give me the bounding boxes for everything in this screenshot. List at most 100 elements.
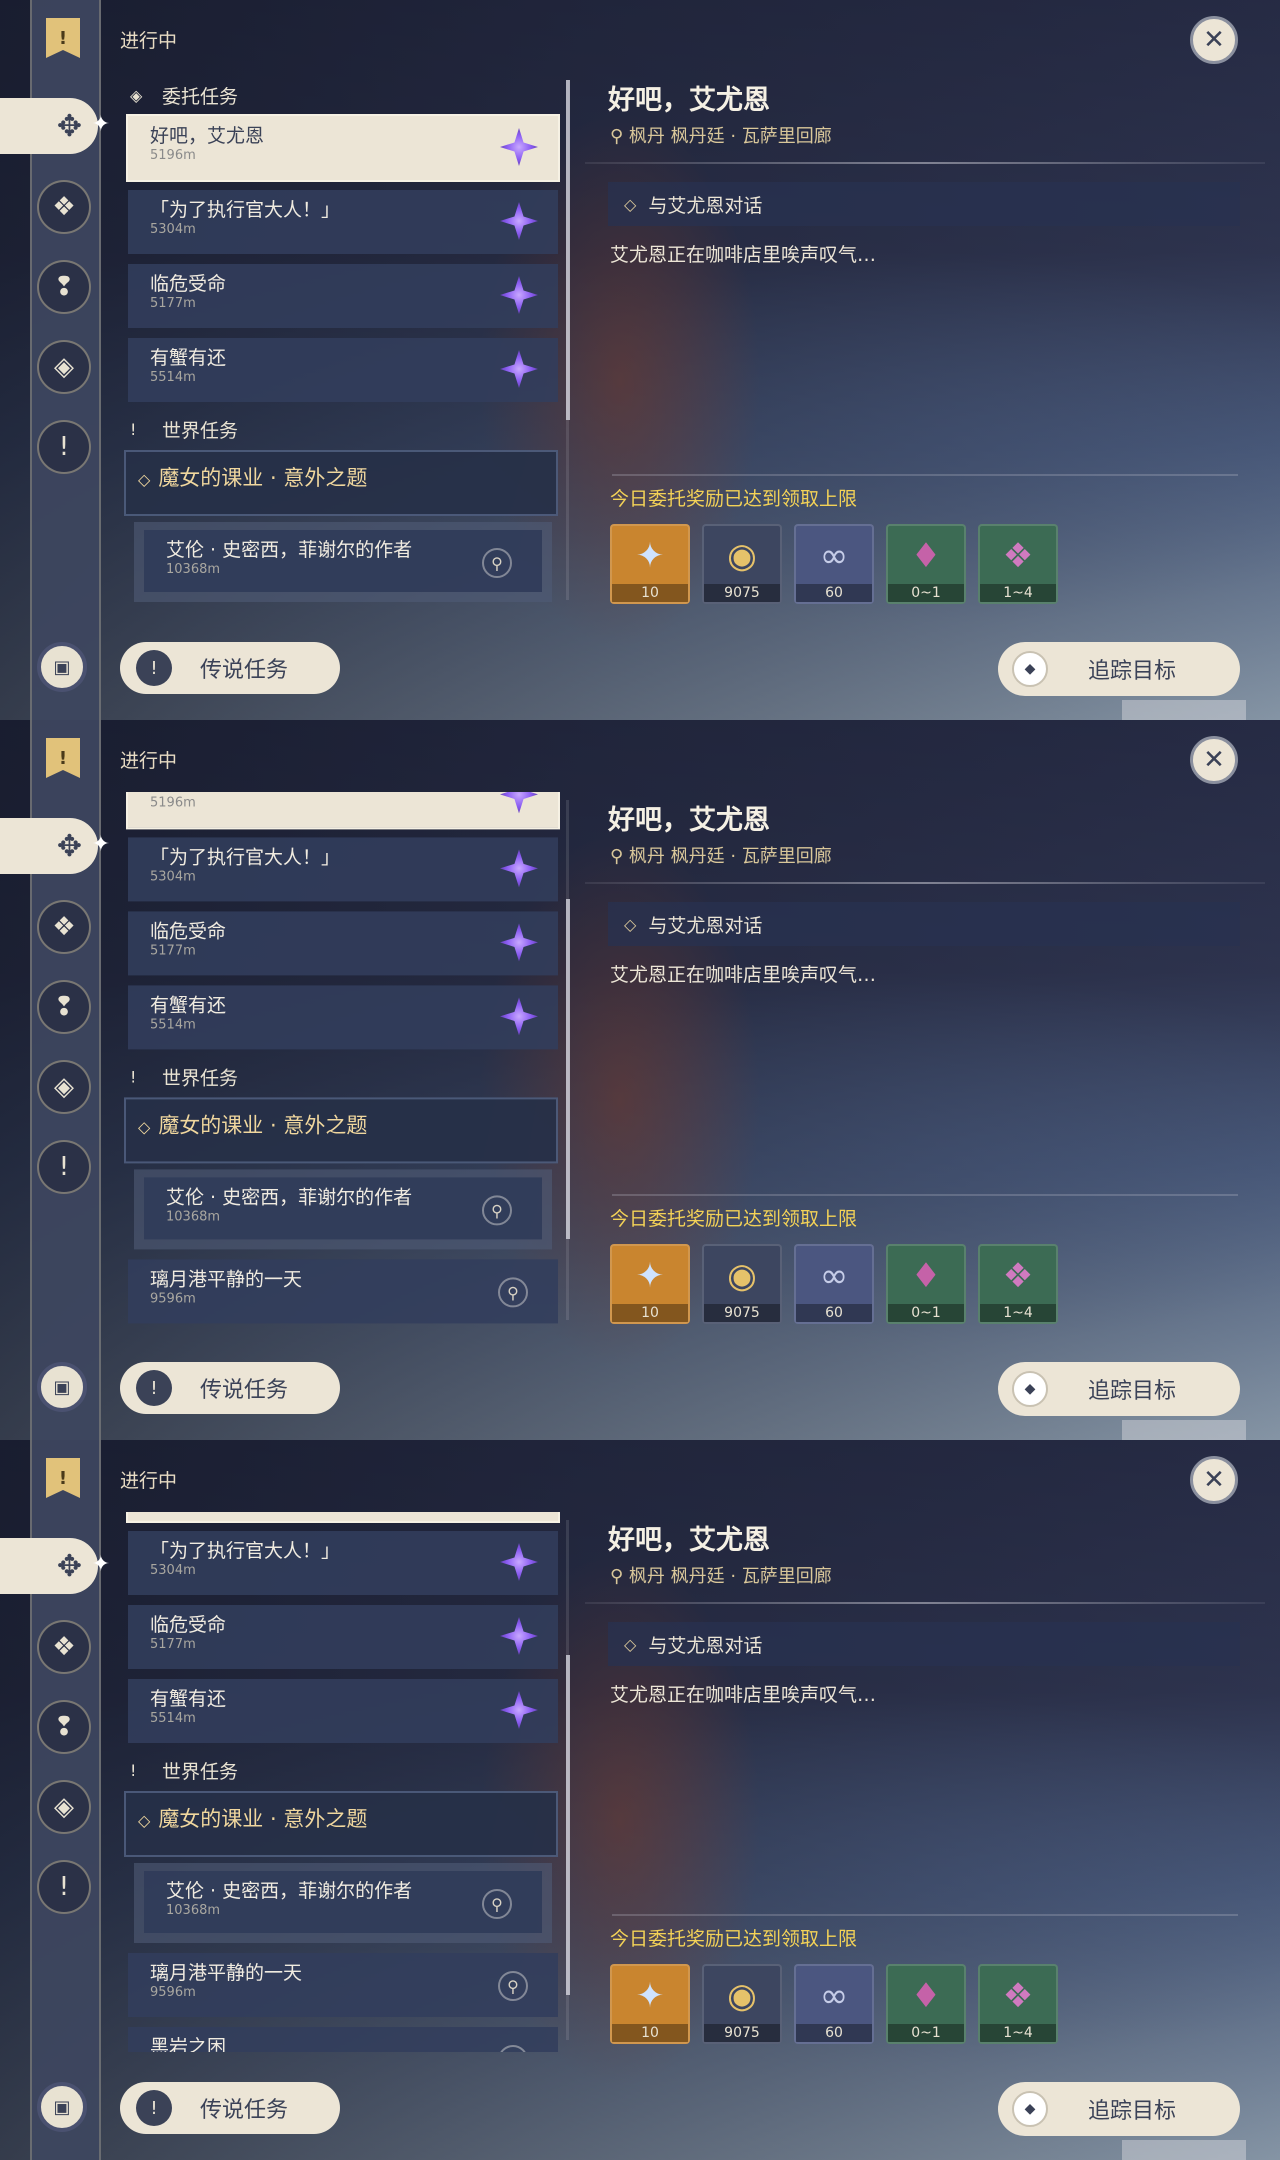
world-quest-card[interactable]: 璃月港平静的一天 9596m ⚲: [128, 1953, 558, 2017]
map-pin-icon[interactable]: ⚲: [482, 1195, 512, 1226]
primogem-icon: ✦: [635, 1976, 665, 2016]
world-subquest-card[interactable]: 艾伦 · 史密西，菲谢尔的作者 10368m ⚲: [144, 1177, 542, 1240]
commission-icon: ◈: [130, 85, 143, 105]
commission-list: 好吧，艾尤恩5196m 「为了执行官大人！」5304m 临危受命5177m 有蟹有还5…: [120, 1512, 560, 1743]
legend-quests-button[interactable]: ! 传说任务: [120, 1362, 340, 1414]
calendar-button[interactable]: ▣: [37, 1362, 87, 1412]
reward-list: ✦ 10 ◉ 9075 ∞ 60 ♦ 0~1 ❖ 1~4: [610, 524, 1070, 604]
rail-commission-tab[interactable]: ✥ ✦: [0, 1538, 110, 1594]
world-quest-group[interactable]: ◇ 魔女的课业 · 意外之题: [124, 450, 558, 516]
rail-other-quest-tab[interactable]: !: [37, 420, 91, 474]
track-target-button[interactable]: ◆ 追踪目标: [998, 642, 1240, 696]
commission-card[interactable]: 有蟹有还 5514m: [128, 338, 558, 402]
scrollbar-thumb[interactable]: [566, 899, 570, 1239]
world-quest-list: 璃月港平静的一天9596m⚲黑岩之困角色被其他任务占用⊘: [120, 1259, 560, 1332]
rail-story-quest-tab[interactable]: ❢: [37, 980, 91, 1034]
world-quest-card[interactable]: 璃月港平静的一天 9596m ⚲: [128, 1259, 558, 1324]
close-button[interactable]: ✕: [1190, 16, 1238, 64]
rail-story-quest-tab[interactable]: ❢: [37, 1700, 91, 1754]
world-quest-list: 璃月港平静的一天9596m⚲ 黑岩之困角色被其他任务占用⊘: [120, 1953, 560, 2052]
calendar-button[interactable]: ▣: [37, 642, 87, 692]
reward-list: ✦ 10 ◉ 9075 ∞ 60 ♦ 0~1 ❖ 1~4: [610, 1244, 1070, 1324]
rail-archon-quest-tab[interactable]: ❖: [37, 180, 91, 234]
exclamation-icon: !: [136, 1370, 172, 1406]
reward-item[interactable]: ◉ 9075: [702, 524, 782, 604]
rail-commission-tab[interactable]: ✥ ✦: [0, 98, 110, 154]
reward-item[interactable]: ✦ 10: [610, 524, 690, 604]
scrollbar-thumb[interactable]: [566, 1655, 570, 1995]
fate-icon: ∞: [819, 1256, 849, 1296]
legend-quests-button[interactable]: ! 传说任务: [120, 642, 340, 694]
commission-card[interactable]: 有蟹有还 5514m: [128, 985, 558, 1050]
commission-card[interactable]: 好吧，艾尤恩5196m: [126, 1512, 560, 1523]
reward-item[interactable]: ◉ 9075: [702, 1964, 782, 2044]
reward-item[interactable]: ∞ 60: [794, 1964, 874, 2044]
story-quest-icon: ❢: [53, 272, 75, 302]
sparkle-icon: ✦: [91, 1552, 110, 1577]
rail-archon-quest-tab[interactable]: ❖: [37, 900, 91, 954]
scrollbar-thumb[interactable]: [566, 80, 570, 420]
map-pin-icon[interactable]: ⚲: [498, 1277, 528, 1308]
reward-item[interactable]: ❖ 1~4: [978, 1244, 1058, 1324]
track-target-button[interactable]: ◆ 追踪目标: [998, 2082, 1240, 2136]
quest-screen: ! ✥✦ ❖ ❢ ◈ ! ▣ 进行中 ◈委托任务 好吧，艾尤恩5196m「为了执…: [0, 720, 1280, 1440]
sparkle-icon: ✦: [91, 832, 110, 857]
commission-card[interactable]: 好吧，艾尤恩5196m: [126, 114, 560, 182]
crystal-cluster-icon: ❖: [1002, 1256, 1034, 1296]
quest-list[interactable]: ◈委托任务 好吧，艾尤恩5196m「为了执行官大人！」5304m临危受命5177…: [120, 792, 560, 1332]
world-subquest-card[interactable]: 艾伦 · 史密西，菲谢尔的作者 10368m ⚲: [144, 1871, 542, 1933]
commission-card[interactable]: 好吧，艾尤恩5196m: [126, 792, 560, 830]
quest-list[interactable]: ◈委托任务 好吧，艾尤恩5196m「为了执行官大人！」5304m临危受命5177…: [120, 1512, 560, 2052]
commission-card[interactable]: 临危受命 5177m: [128, 1605, 558, 1669]
rail-other-quest-tab[interactable]: !: [37, 1860, 91, 1914]
rail-world-quest-tab[interactable]: ◈: [37, 340, 91, 394]
world-section-header: ! 世界任务: [130, 1760, 239, 1783]
commission-card[interactable]: 临危受命 5177m: [128, 264, 558, 328]
track-target-button[interactable]: ◆ 追踪目标: [998, 1362, 1240, 1416]
reward-item[interactable]: ♦ 0~1: [886, 1244, 966, 1324]
reward-item[interactable]: ♦ 0~1: [886, 524, 966, 604]
rail-archon-quest-tab[interactable]: ❖: [37, 1620, 91, 1674]
quest-screen: ! ✥✦ ❖ ❢ ◈ ! ▣ 进行中 ◈委托任务 好吧，艾尤恩5196m「为了执…: [0, 0, 1280, 720]
location-pin-icon: ⚲: [610, 126, 629, 147]
close-button[interactable]: ✕: [1190, 736, 1238, 784]
world-quest-group[interactable]: ◇ 魔女的课业 · 意外之题: [124, 1791, 558, 1857]
archon-quest-icon: ❖: [52, 192, 76, 222]
story-quest-icon: ❢: [53, 1712, 75, 1742]
reward-item[interactable]: ✦ 10: [610, 1244, 690, 1324]
world-quest-card[interactable]: 黑岩之困角色被其他任务占用⊘: [128, 2027, 558, 2052]
reward-item[interactable]: ∞ 60: [794, 1244, 874, 1324]
world-subquest-card[interactable]: 艾伦 · 史密西，菲谢尔的作者 10368m ⚲: [144, 530, 542, 592]
commission-card[interactable]: 临危受命 5177m: [128, 911, 558, 976]
commission-card[interactable]: 「为了执行官大人！」 5304m: [128, 1531, 558, 1595]
map-pin-icon[interactable]: ⚲: [498, 1971, 528, 2001]
legend-quests-button[interactable]: ! 传说任务: [120, 2082, 340, 2134]
reward-item[interactable]: ❖ 1~4: [978, 524, 1058, 604]
rail-commission-tab[interactable]: ✥ ✦: [0, 818, 110, 874]
world-quest-icon: ◈: [54, 1072, 74, 1102]
calendar-button[interactable]: ▣: [37, 2082, 87, 2132]
reward-item[interactable]: ◉ 9075: [702, 1244, 782, 1324]
commission-card[interactable]: 有蟹有还 5514m: [128, 1679, 558, 1743]
reward-item[interactable]: ♦ 0~1: [886, 1964, 966, 2044]
commission-card[interactable]: 「为了执行官大人！」 5304m: [128, 190, 558, 254]
rail-world-quest-tab[interactable]: ◈: [37, 1780, 91, 1834]
map-pin-icon[interactable]: ⚲: [482, 548, 512, 578]
quest-list[interactable]: ◈委托任务 好吧，艾尤恩5196m「为了执行官大人！」5304m临危受命5177…: [120, 72, 560, 612]
map-pin-icon[interactable]: ⚲: [482, 1889, 512, 1919]
fate-icon: ∞: [819, 1976, 849, 2016]
rail-other-quest-tab[interactable]: !: [37, 1140, 91, 1194]
reward-item[interactable]: ∞ 60: [794, 524, 874, 604]
world-quest-icon: ◈: [54, 352, 74, 382]
commission-card[interactable]: 「为了执行官大人！」 5304m: [128, 837, 558, 902]
reward-divider: [612, 474, 1238, 476]
mora-icon: ◉: [727, 1976, 757, 2016]
rail-world-quest-tab[interactable]: ◈: [37, 1060, 91, 1114]
rail-story-quest-tab[interactable]: ❢: [37, 260, 91, 314]
reward-item[interactable]: ✦ 10: [610, 1964, 690, 2044]
close-button[interactable]: ✕: [1190, 1456, 1238, 1504]
world-quest-group[interactable]: ◇ 魔女的课业 · 意外之题: [124, 1097, 558, 1164]
quest-list-inner: ◈委托任务 好吧，艾尤恩5196m 「为了执行官大人！」5304m 临危受命5177…: [120, 78, 560, 612]
detail-divider: [585, 162, 1265, 164]
reward-item[interactable]: ❖ 1~4: [978, 1964, 1058, 2044]
